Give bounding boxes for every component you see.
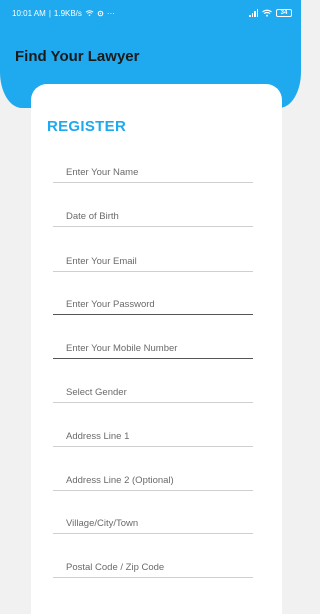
gender-select[interactable]: Select Gender — [53, 385, 253, 403]
status-speed: 1.9KB/s — [53, 8, 82, 18]
status-divider: | — [48, 8, 51, 18]
dob-field[interactable]: Date of Birth — [53, 209, 253, 227]
register-title: REGISTER — [47, 118, 127, 135]
postal-code-field[interactable]: Postal Code / Zip Code — [53, 560, 253, 578]
status-left: 10:01 AM | 1.9KB/s ··· — [12, 9, 115, 18]
screen: 10:01 AM | 1.9KB/s ··· 34 Find Your Lawy… — [0, 0, 301, 614]
signal-icon — [249, 9, 258, 17]
app-title: Find Your Lawyer — [15, 48, 140, 65]
battery-level: 34 — [280, 10, 288, 16]
status-bar: 10:01 AM | 1.9KB/s ··· 34 — [0, 0, 301, 26]
password-field[interactable]: Enter Your Password — [53, 297, 253, 315]
address-line-2-field[interactable]: Address Line 2 (Optional) — [53, 473, 253, 491]
city-field[interactable]: Village/City/Town — [53, 516, 253, 534]
email-field[interactable]: Enter Your Email — [53, 254, 253, 272]
status-overflow: ··· — [106, 8, 115, 18]
name-field[interactable]: Enter Your Name — [53, 165, 253, 183]
battery-icon: 34 — [276, 9, 292, 17]
mobile-number-field[interactable]: Enter Your Mobile Number — [53, 341, 253, 359]
gear-icon — [97, 10, 104, 16]
status-time: 10:01 AM — [12, 8, 46, 18]
wifi-icon — [85, 10, 94, 17]
status-right: 34 — [249, 9, 292, 17]
address-line-1-field[interactable]: Address Line 1 — [53, 429, 253, 447]
wifi-icon — [262, 9, 272, 17]
register-card: REGISTER Enter Your Name Date of Birth E… — [31, 84, 282, 614]
